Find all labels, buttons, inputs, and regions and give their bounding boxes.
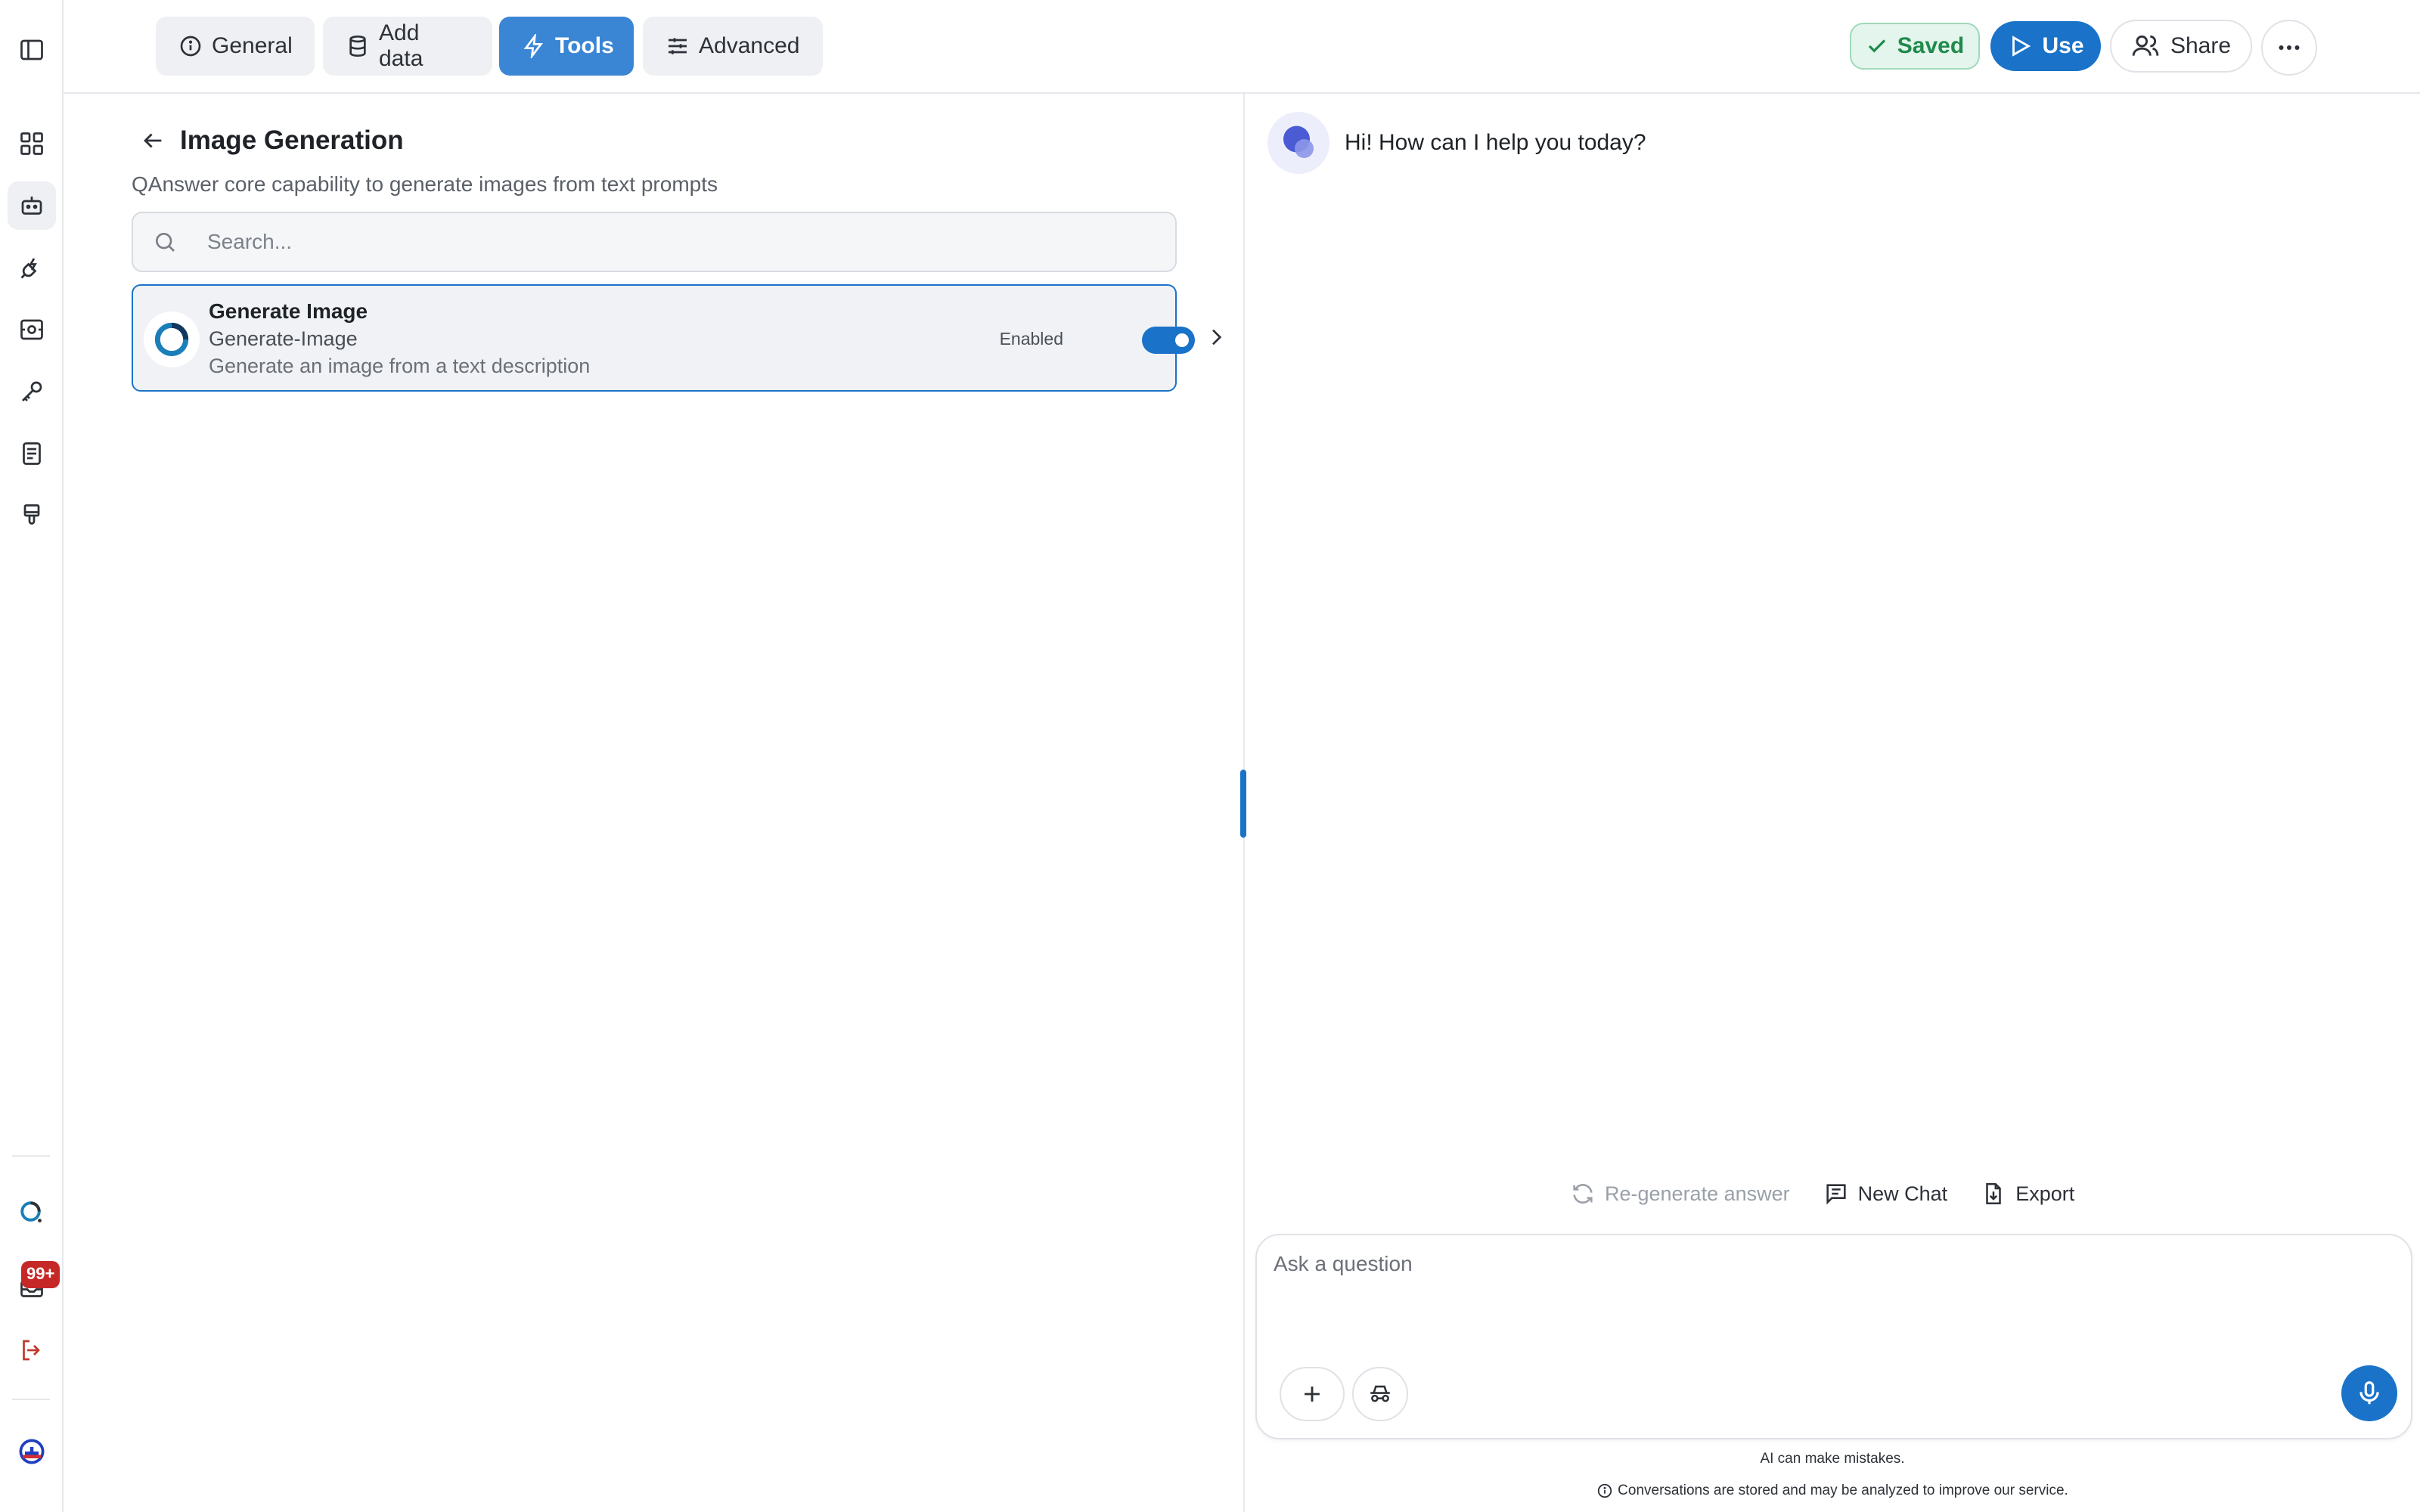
new-chat-button[interactable]: New Chat <box>1823 1181 1948 1207</box>
export-label: Export <box>2015 1182 2075 1205</box>
bolt-icon <box>522 34 546 58</box>
users-icon <box>2131 32 2160 60</box>
microphone-button[interactable] <box>2341 1365 2397 1421</box>
chevron-right-icon[interactable] <box>1204 325 1234 355</box>
sidebar-divider <box>12 1399 50 1400</box>
tab-label: Add data <box>379 20 424 71</box>
saved-label: Saved <box>1897 33 1965 58</box>
toggle-knob <box>1175 333 1189 347</box>
saved-status-button[interactable]: Saved <box>1850 23 1980 70</box>
page-title: Image Generation <box>180 125 404 155</box>
check-icon <box>1866 35 1888 57</box>
back-arrow-icon[interactable] <box>136 124 169 157</box>
message-square-icon <box>1823 1181 1849 1207</box>
use-label: Use <box>2042 33 2084 58</box>
tab-add-data[interactable]: Add data <box>323 17 492 76</box>
qanswer-logo[interactable] <box>8 1188 56 1237</box>
qanswer-tool-logo <box>144 311 200 367</box>
page-subtitle: QAnswer core capability to generate imag… <box>132 172 718 196</box>
tool-id: Generate-Image <box>209 327 358 350</box>
microphone-icon <box>2355 1379 2384 1408</box>
share-label: Share <box>2170 33 2232 58</box>
bot-icon[interactable] <box>8 181 56 230</box>
privacy-note-text: Conversations are stored and may be anal… <box>1618 1483 2068 1498</box>
top-bar: General Add data Tools Advanced Saved Us… <box>64 0 2420 94</box>
more-options-button[interactable] <box>2261 20 2317 76</box>
regenerate-label: Re-generate answer <box>1605 1182 1790 1205</box>
refresh-icon <box>1570 1181 1596 1207</box>
tool-card-generate-image[interactable]: Generate Image Generate-Image Generate a… <box>132 284 1222 392</box>
more-horizontal-icon <box>2276 34 2303 61</box>
question-input[interactable] <box>1272 1250 2391 1326</box>
tool-name: Generate Image <box>209 299 368 323</box>
plug-icon[interactable] <box>8 243 56 292</box>
user-avatar[interactable] <box>8 1427 56 1476</box>
chat-panel: Hi! How can I help you today? Re-generat… <box>1245 94 2420 1512</box>
tool-enabled-toggle[interactable] <box>1142 327 1195 354</box>
left-sidebar: 99+ <box>0 0 64 1512</box>
info-icon <box>1596 1483 1613 1499</box>
new-chat-label: New Chat <box>1857 1182 1948 1205</box>
tab-tools[interactable]: Tools <box>499 17 634 76</box>
document-icon[interactable] <box>8 429 56 478</box>
chat-composer <box>1255 1234 2412 1439</box>
tab-advanced[interactable]: Advanced <box>643 17 823 76</box>
notification-badge: 99+ <box>21 1261 60 1288</box>
regenerate-answer-button[interactable]: Re-generate answer <box>1570 1181 1790 1207</box>
tool-description: Generate an image from a text descriptio… <box>209 355 591 377</box>
dashboard-icon[interactable] <box>8 119 56 168</box>
tool-status-label: Enabled <box>999 329 1063 349</box>
brush-icon[interactable] <box>8 491 56 540</box>
panel-toggle-icon[interactable] <box>8 26 56 74</box>
file-download-icon <box>1981 1181 2006 1207</box>
key-icon[interactable] <box>8 367 56 416</box>
tab-general[interactable]: General <box>156 17 315 76</box>
tab-label: Advanced <box>699 33 800 58</box>
share-button[interactable]: Share <box>2110 20 2252 73</box>
incognito-button[interactable] <box>1352 1367 1408 1421</box>
search-box <box>132 212 1177 272</box>
search-icon <box>153 230 180 257</box>
ai-disclaimer: AI can make mistakes. <box>1760 1451 1905 1467</box>
database-icon <box>346 34 370 58</box>
tools-panel: Image Generation QAnswer core capability… <box>64 94 1243 1512</box>
tab-label: Tools <box>555 33 614 58</box>
tab-label: General <box>212 33 293 58</box>
info-icon <box>178 34 203 58</box>
plus-icon <box>1299 1381 1325 1407</box>
sliders-icon <box>666 34 690 58</box>
bot-avatar <box>1267 112 1329 174</box>
use-button[interactable]: Use <box>1990 21 2101 71</box>
play-icon <box>2007 33 2033 59</box>
incognito-icon <box>1367 1381 1393 1407</box>
search-input[interactable] <box>206 213 1159 271</box>
add-attachment-button[interactable] <box>1280 1367 1345 1421</box>
export-button[interactable]: Export <box>1981 1181 2074 1207</box>
bot-greeting-message: Hi! How can I help you today? <box>1345 130 1646 155</box>
scan-icon[interactable] <box>8 305 56 354</box>
privacy-note: Conversations are stored and may be anal… <box>1245 1480 2420 1501</box>
logout-icon[interactable] <box>8 1326 56 1374</box>
sidebar-divider <box>12 1155 50 1157</box>
chat-actions-bar: Re-generate answer New Chat Export <box>1570 1181 2074 1207</box>
